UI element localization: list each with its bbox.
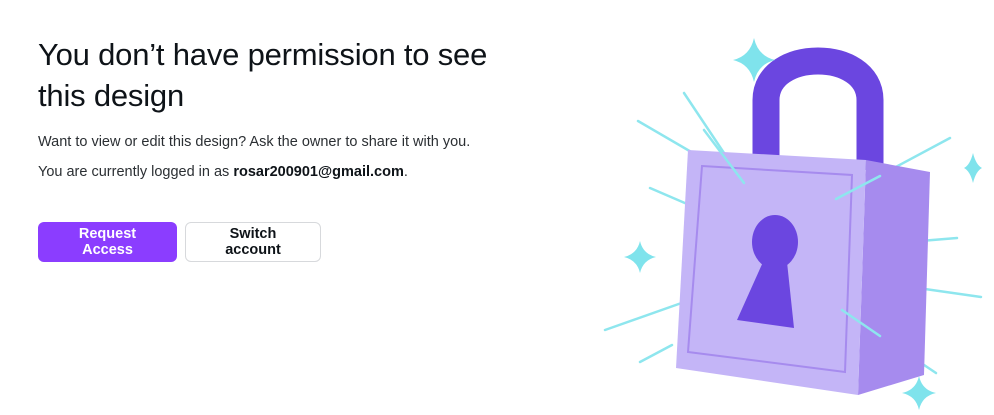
message-block: You don’t have permission to see this de… (38, 34, 558, 182)
keyhole-top (752, 215, 798, 269)
description-text: Want to view or edit this design? Ask th… (38, 134, 471, 150)
padlock-icon (603, 38, 983, 410)
account-email: rosar200901@gmail.com (233, 164, 404, 180)
lock-body-side (858, 160, 930, 395)
sparkle-icon (624, 241, 656, 273)
page-title: You don’t have permission to see this de… (38, 37, 488, 113)
lock-shackle (752, 47, 884, 170)
request-access-button[interactable]: Request Access (38, 222, 177, 262)
permission-denied-page: You don’t have permission to see this de… (0, 0, 994, 415)
switch-account-button[interactable]: Switch account (185, 222, 321, 262)
sparkle-icon (902, 376, 936, 410)
login-prefix: You are currently logged in as (38, 164, 234, 180)
login-suffix: . (403, 164, 408, 180)
sparkle-icon (964, 153, 982, 183)
login-status-text: You are currently logged in as rosar2009… (38, 162, 558, 182)
action-buttons: Request Access Switch account (38, 222, 321, 262)
